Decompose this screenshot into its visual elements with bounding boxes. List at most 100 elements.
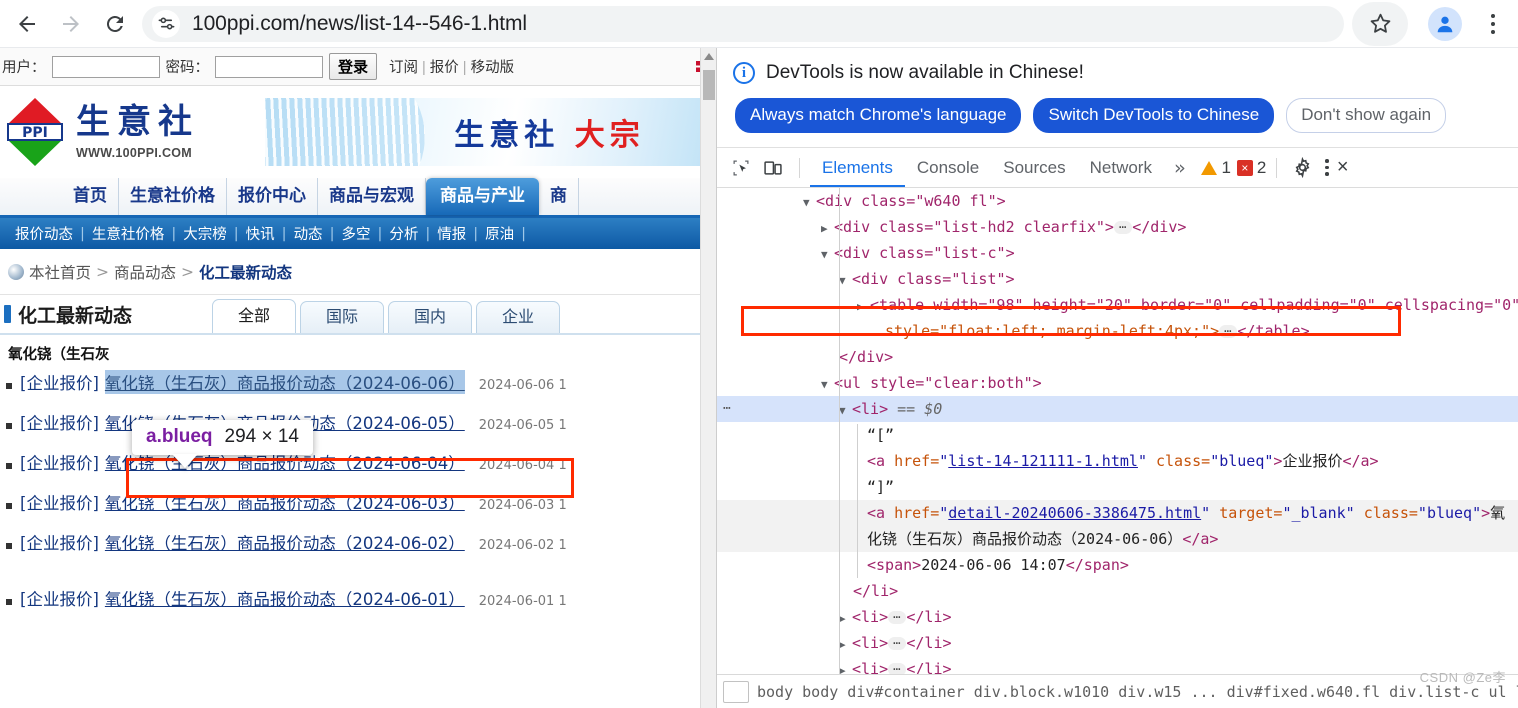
login-button[interactable]: 登录: [329, 53, 378, 80]
tab-sources[interactable]: Sources: [991, 148, 1077, 187]
dom-text-open-bracket[interactable]: “[”: [717, 422, 1518, 448]
scrollbar-thumb[interactable]: [703, 70, 715, 100]
device-toolbar-icon[interactable]: [757, 154, 789, 182]
expand-ellipsis-icon[interactable]: ⋯: [888, 637, 907, 650]
switch-to-chinese-button[interactable]: Switch DevTools to Chinese: [1033, 98, 1275, 133]
chrome-menu-icon[interactable]: [1476, 4, 1510, 44]
dom-tree[interactable]: <div class="w640 fl"> <div class="list-h…: [717, 188, 1518, 686]
always-match-language-button[interactable]: Always match Chrome's language: [735, 98, 1022, 133]
bookmark-star-icon[interactable]: [1352, 1, 1408, 46]
scroll-up-arrow-icon[interactable]: [703, 53, 714, 60]
news-tag[interactable]: [企业报价]: [20, 490, 99, 514]
dom-href-value[interactable]: list-14-121111-1.html: [948, 452, 1138, 470]
dom-node-list-hd2[interactable]: <div class="list-hd2 clearfix">⋯</div>: [717, 214, 1518, 240]
news-tag[interactable]: [企业报价]: [20, 586, 99, 610]
list-item[interactable]: [企业报价] 氧化铙（生石灰）商品报价动态（2024-06-06） 2024-0…: [6, 370, 710, 410]
site-settings-icon[interactable]: [152, 9, 180, 38]
inspect-element-icon[interactable]: [725, 154, 757, 182]
forward-button[interactable]: [54, 7, 88, 41]
dom-node-li-3[interactable]: <li>⋯</li>: [717, 630, 1518, 656]
tab-network[interactable]: Network: [1078, 148, 1164, 187]
dom-node-anchor-tag[interactable]: <a href="list-14-121111-1.html" class="b…: [717, 448, 1518, 474]
news-tag[interactable]: [企业报价]: [20, 450, 99, 474]
topbar-link-mobile[interactable]: 移动版: [471, 60, 515, 76]
site-logo[interactable]: PPI 生意社 WWW.100PPI.COM: [4, 96, 259, 168]
breakpoint-dots-icon[interactable]: ⋯: [723, 396, 732, 422]
subnav-item-3[interactable]: 快讯: [239, 223, 282, 244]
nav-item-home[interactable]: 首页: [62, 178, 119, 215]
more-tabs-icon[interactable]: »: [1164, 157, 1195, 179]
profile-avatar[interactable]: [1428, 6, 1462, 41]
news-title-link[interactable]: 氧化铙（生石灰）商品报价动态（2024-06-02）: [105, 530, 465, 554]
expand-ellipsis-icon[interactable]: ⋯: [1219, 325, 1238, 338]
devtools-menu-icon[interactable]: [1317, 159, 1337, 176]
news-title-link[interactable]: 氧化铙（生石灰）商品报价动态（2024-06-06）: [104, 370, 465, 394]
expand-ellipsis-icon[interactable]: ⋯: [888, 611, 907, 624]
dom-node-li-2[interactable]: <li>⋯</li>: [717, 604, 1518, 630]
list-item[interactable]: [企业报价] 氧化铙（生石灰）商品报价动态（2024-06-01） 2024-0…: [6, 586, 710, 626]
subnav-item-0[interactable]: 报价动态: [8, 223, 80, 244]
list-item[interactable]: [企业报价] 氧化铙（生石灰）商品报价动态（2024-06-05） 2024-0…: [6, 410, 710, 450]
error-badge[interactable]: × 2: [1236, 158, 1266, 178]
breadcrumb-item-0[interactable]: 本社首页: [29, 261, 91, 283]
dom-breadcrumb-strip[interactable]: body body div#container div.block.w1010 …: [717, 674, 1518, 708]
dom-text-close-bracket[interactable]: “]”: [717, 474, 1518, 500]
tab-console[interactable]: Console: [905, 148, 991, 187]
dom-node-anchor-detail[interactable]: <a href="detail-20240606-3386475.html" t…: [717, 500, 1518, 526]
warning-badge[interactable]: 1: [1201, 158, 1231, 178]
reload-button[interactable]: [98, 7, 132, 41]
dom-node-span-time[interactable]: <span>2024-06-06 14:07</span>: [717, 552, 1518, 578]
dont-show-again-button[interactable]: Don't show again: [1286, 98, 1447, 133]
tab-enterprise[interactable]: 企业: [476, 301, 560, 333]
subnav-item-8[interactable]: 原油: [478, 223, 521, 244]
news-tag[interactable]: [企业报价]: [20, 370, 99, 394]
password-input[interactable]: [215, 55, 323, 78]
subnav-item-1[interactable]: 生意社价格: [85, 223, 172, 244]
dom-node-li-close[interactable]: </li>: [717, 578, 1518, 604]
dom-node-list-c[interactable]: <div class="list-c">: [717, 240, 1518, 266]
news-tag[interactable]: [企业报价]: [20, 530, 99, 554]
tab-all[interactable]: 全部: [212, 299, 296, 333]
close-devtools-icon[interactable]: ×: [1337, 156, 1353, 179]
nav-item-prices[interactable]: 生意社价格: [119, 178, 227, 215]
subnav-item-4[interactable]: 动态: [287, 223, 330, 244]
page-scrollbar[interactable]: [700, 48, 716, 708]
dom-node-w640[interactable]: <div class="w640 fl">: [717, 188, 1518, 214]
list-item[interactable]: [企业报价] 氧化铙（生石灰）商品报价动态（2024-06-03） 2024-0…: [6, 490, 710, 530]
breadcrumb-path[interactable]: body body div#container div.block.w1010 …: [717, 675, 1518, 708]
subnav-item-2[interactable]: 大宗榜: [176, 223, 234, 244]
dom-href-value-detail[interactable]: detail-20240606-3386475.html: [948, 504, 1201, 522]
subnav-item-6[interactable]: 分析: [382, 223, 425, 244]
dom-node-anchor-detail-text[interactable]: 化铙（生石灰）商品报价动态（2024-06-06）</a>: [717, 526, 1518, 552]
news-tag[interactable]: [企业报价]: [20, 410, 99, 434]
topbar-links[interactable]: 订阅 | 报价 | 移动版: [389, 56, 514, 77]
subnav-item-5[interactable]: 多空: [334, 223, 377, 244]
address-bar[interactable]: 100ppi.com/news/list-14--546-1.html: [142, 5, 1344, 42]
back-button[interactable]: [10, 7, 44, 41]
tab-international[interactable]: 国际: [300, 301, 384, 333]
nav-item-goods-macro[interactable]: 商品与宏观: [318, 178, 426, 215]
nav-item-quote-center[interactable]: 报价中心: [227, 178, 318, 215]
breadcrumb-item-1[interactable]: 商品动态: [114, 261, 176, 283]
url-text[interactable]: 100ppi.com/news/list-14--546-1.html: [192, 12, 527, 36]
dom-node-div-close[interactable]: </div>: [717, 344, 1518, 370]
nav-item-partial[interactable]: 商: [539, 178, 579, 215]
dom-node-table[interactable]: <table width="98" height="20" border="0"…: [717, 292, 1518, 318]
dom-node-li-selected[interactable]: ⋯ <li> == $0: [717, 396, 1518, 422]
topbar-link-subscribe[interactable]: 订阅: [389, 60, 418, 76]
settings-gear-icon[interactable]: [1287, 154, 1317, 182]
banner-advertisement[interactable]: 生意社 大宗: [265, 98, 714, 166]
subnav-item-7[interactable]: 情报: [430, 223, 473, 244]
news-title-link[interactable]: 氧化铙（生石灰）商品报价动态（2024-06-03）: [105, 490, 465, 514]
nav-item-goods-industry[interactable]: 商品与产业: [426, 178, 539, 215]
expand-ellipsis-icon[interactable]: ⋯: [1113, 221, 1133, 234]
dom-node-ul[interactable]: <ul style="clear:both">: [717, 370, 1518, 396]
news-title-link[interactable]: 氧化铙（生石灰）商品报价动态（2024-06-01）: [105, 586, 465, 610]
dom-node-table-style[interactable]: style="float:left; margin-left:4px;"> ⋯ </…: [717, 318, 1518, 344]
list-item[interactable]: [企业报价] 氧化铙（生石灰）商品报价动态（2024-06-04） 2024-0…: [6, 450, 710, 490]
tab-domestic[interactable]: 国内: [388, 301, 472, 333]
username-input[interactable]: [51, 55, 160, 78]
list-item[interactable]: [企业报价] 氧化铙（生石灰）商品报价动态（2024-06-02） 2024-0…: [6, 530, 710, 570]
tab-elements[interactable]: Elements: [810, 148, 905, 187]
dom-node-list[interactable]: <div class="list">: [717, 266, 1518, 292]
